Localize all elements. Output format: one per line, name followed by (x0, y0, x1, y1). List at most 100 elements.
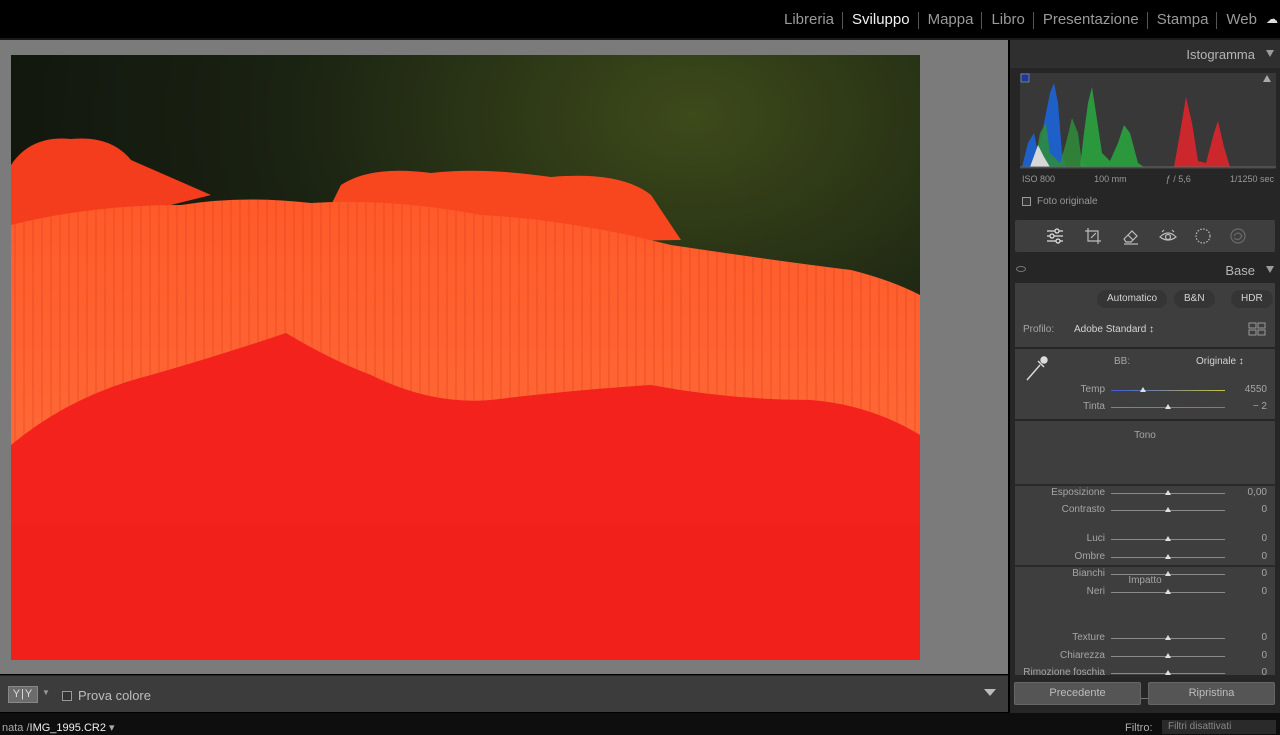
bw-button[interactable]: B&N (1174, 290, 1215, 308)
eyedropper-icon[interactable] (1024, 353, 1050, 383)
mask-icon[interactable] (1193, 226, 1213, 246)
shadow-clip-icon (1020, 73, 1030, 83)
slider-handle[interactable] (1165, 490, 1171, 495)
module-libreria[interactable]: Libreria (775, 11, 844, 29)
collapse-icon[interactable] (1266, 266, 1274, 273)
slider-value[interactable]: 0 (1227, 586, 1267, 597)
slider-value[interactable]: 0 (1227, 650, 1267, 661)
module-web[interactable]: Web (1217, 11, 1266, 28)
filmstrip-bar: nata /IMG_1995.CR2 ▾ Filtro: Filtri disa… (0, 713, 1280, 735)
slider-label: Temp (1080, 384, 1105, 395)
eye-icon[interactable] (1016, 266, 1026, 272)
slider-value[interactable]: 4550 (1227, 384, 1267, 395)
slider-handle[interactable] (1165, 652, 1171, 658)
photo-canvas[interactable] (0, 40, 1008, 674)
slider-track[interactable] (1111, 390, 1225, 391)
slider-label: Chiarezza (1059, 649, 1105, 661)
slider-label: Contrasto (1061, 504, 1105, 515)
wb-label: BB: (1114, 356, 1131, 367)
slider-handle[interactable] (1165, 670, 1171, 675)
slider-handle[interactable] (1165, 536, 1171, 541)
highlight-clip-icon (1263, 75, 1271, 82)
tone-section: Tono Esposizione 0,00 Contrasto 0 Luci 0 Ombr… (1015, 421, 1275, 703)
hdr-button[interactable]: HDR (1231, 290, 1273, 308)
profile-select[interactable]: Adobe Standard ↕ (1074, 324, 1154, 335)
soft-proof-toggle[interactable]: Prova colore (62, 688, 151, 703)
module-stampa[interactable]: Stampa (1148, 11, 1218, 29)
histogram-header[interactable]: Istogramma (1010, 40, 1280, 68)
slider-label: Ombre (1074, 550, 1105, 562)
soft-proof-checkbox[interactable] (62, 690, 72, 701)
slider-handle[interactable] (1165, 635, 1171, 640)
slider-handle[interactable] (1139, 387, 1146, 392)
slider-handle[interactable] (1165, 507, 1171, 512)
slider-label: Rimozione foschia (1023, 667, 1105, 678)
histogram-graph (1020, 73, 1276, 168)
module-mappa[interactable]: Mappa (919, 11, 983, 29)
presence-title: Impatto (1128, 575, 1162, 586)
crop-icon[interactable] (1083, 226, 1103, 246)
slider-value[interactable]: − 2 (1227, 401, 1267, 412)
slider-value[interactable]: 0 (1227, 551, 1267, 562)
slider-value[interactable]: 0 (1227, 504, 1267, 515)
redeye-icon[interactable] (1158, 226, 1178, 246)
divider (1015, 565, 1275, 567)
slider-value[interactable]: 0,00 (1227, 487, 1267, 498)
filter-select[interactable]: Filtri disattivati (1162, 720, 1276, 734)
develop-panel: Istogramma ISO 800 100 mm ƒ / 5,6 1/1250… (1010, 40, 1280, 713)
filename: IMG_1995.CR2 (29, 722, 106, 734)
aperture: ƒ / 5,6 (1165, 174, 1191, 184)
eraser-icon[interactable] (1121, 226, 1141, 246)
path-prefix: nata / (2, 722, 30, 734)
auto-button[interactable]: Automatico (1097, 290, 1168, 308)
slider-value[interactable]: 0 (1227, 667, 1267, 678)
base-title: Base (1225, 263, 1255, 278)
treatment-section: Automatico B&N HDR Profilo: Adobe Standa… (1015, 283, 1275, 347)
collapse-icon[interactable] (1266, 50, 1274, 57)
slider-handle[interactable] (1165, 553, 1171, 559)
photo-preview[interactable] (11, 55, 920, 660)
chevron-down-icon[interactable]: ▼ (42, 688, 50, 697)
module-presentazione[interactable]: Presentazione (1034, 11, 1148, 29)
sliders-icon[interactable] (1045, 226, 1065, 246)
histogram[interactable] (1020, 73, 1276, 169)
focal-length: 100 mm (1094, 174, 1127, 184)
breadcrumb[interactable]: nata /IMG_1995.CR2 ▾ (2, 721, 115, 734)
slider-value[interactable]: 0 (1227, 632, 1267, 643)
soft-proof-label: Prova colore (78, 688, 151, 703)
module-picker: Libreria Sviluppo Mappa Libro Presentazione S… (0, 0, 1280, 38)
slider-handle[interactable] (1165, 588, 1171, 594)
slider-label: Texture (1072, 632, 1105, 643)
slider-label: Esposizione (1051, 487, 1105, 498)
slider-handle[interactable] (1165, 404, 1171, 409)
original-photo-checkbox[interactable] (1022, 197, 1031, 206)
filter-label: Filtro: (1125, 722, 1153, 734)
slider-label: Luci (1086, 533, 1105, 544)
wb-select[interactable]: Originale ↕ (1196, 356, 1244, 367)
white-balance-section: BB: Originale ↕ Temp 4550 Tinta − 2 (1015, 349, 1275, 419)
original-photo-toggle[interactable]: Foto originale (1022, 196, 1098, 207)
cloud-icon[interactable]: ☁ (1266, 12, 1280, 26)
base-header[interactable]: Base (1010, 258, 1280, 282)
profile-label: Profilo: (1023, 324, 1055, 335)
original-photo-label: Foto originale (1037, 196, 1098, 207)
slider-label: Neri (1086, 585, 1105, 597)
view-mode-button[interactable]: Y|Y (8, 686, 38, 703)
slider-label: Tinta (1083, 401, 1105, 412)
iso-value: ISO 800 (1022, 174, 1056, 184)
module-sviluppo[interactable]: Sviluppo (843, 11, 919, 29)
exif-info: ISO 800 100 mm ƒ / 5,6 1/1250 sec (1022, 174, 1274, 184)
poppy-petal-photo (11, 55, 920, 660)
shutter-speed: 1/1250 sec (1229, 174, 1274, 184)
slider-value[interactable]: 0 (1227, 533, 1267, 544)
module-libro[interactable]: Libro (982, 11, 1035, 29)
toolbar-menu-icon[interactable] (984, 689, 996, 696)
reset-button[interactable]: Ripristina (1148, 682, 1275, 705)
module-list: Libreria Sviluppo Mappa Libro Presentazione S… (775, 0, 1280, 38)
tool-strip (1015, 220, 1275, 252)
panel-buttons: Precedente Ripristina (1010, 679, 1280, 709)
presets-icon[interactable] (1228, 226, 1248, 246)
divider (1015, 484, 1275, 486)
previous-button[interactable]: Precedente (1014, 682, 1141, 705)
profile-browser-icon[interactable] (1248, 322, 1266, 336)
